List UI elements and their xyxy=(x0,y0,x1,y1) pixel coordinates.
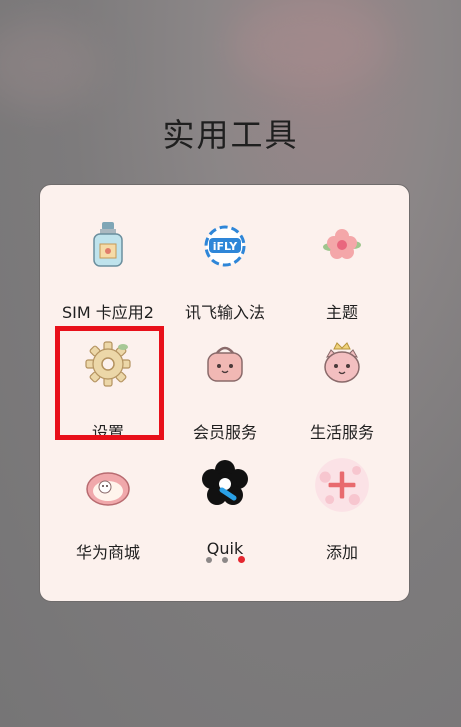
app-label: 华为商城 xyxy=(75,543,140,562)
settings-highlight-box xyxy=(55,326,164,440)
app-label: SIM 卡应用2 xyxy=(62,303,154,322)
app-huawei-store[interactable]: 华为商城 xyxy=(46,459,170,579)
flower-theme-icon xyxy=(323,229,361,259)
app-life-service[interactable]: 生活服务 xyxy=(280,339,404,459)
quik-flower-icon xyxy=(202,460,248,505)
crown-cat-icon xyxy=(324,342,360,383)
background-blob xyxy=(230,0,390,90)
add-app-button[interactable]: 添加 xyxy=(280,458,404,579)
app-label: 生活服务 xyxy=(309,423,374,442)
app-theme[interactable]: 主题 xyxy=(280,219,404,339)
add-icon xyxy=(315,458,369,512)
cat-bed-icon xyxy=(86,472,130,506)
ifly-icon: iFLY xyxy=(204,225,246,267)
page-indicator[interactable] xyxy=(200,555,260,565)
app-label: 主题 xyxy=(325,303,358,322)
cat-bag-icon xyxy=(207,346,243,382)
app-label: 讯飞输入法 xyxy=(184,303,265,322)
app-sim-card[interactable]: SIM 卡应用2 xyxy=(46,219,170,339)
page-dot[interactable] xyxy=(222,557,228,563)
svg-text:iFLY: iFLY xyxy=(213,240,239,253)
sim-bottle-icon xyxy=(93,222,123,267)
app-label: 会员服务 xyxy=(192,423,257,442)
background-blob xyxy=(0,20,100,110)
app-ifly-input[interactable]: iFLY 讯飞输入法 xyxy=(163,219,287,339)
page-dot-active[interactable] xyxy=(238,556,245,563)
app-label: 添加 xyxy=(325,543,358,562)
folder-title[interactable]: 实用工具 xyxy=(0,110,461,156)
page-dot[interactable] xyxy=(206,557,212,563)
app-member-service[interactable]: 会员服务 xyxy=(163,339,287,459)
